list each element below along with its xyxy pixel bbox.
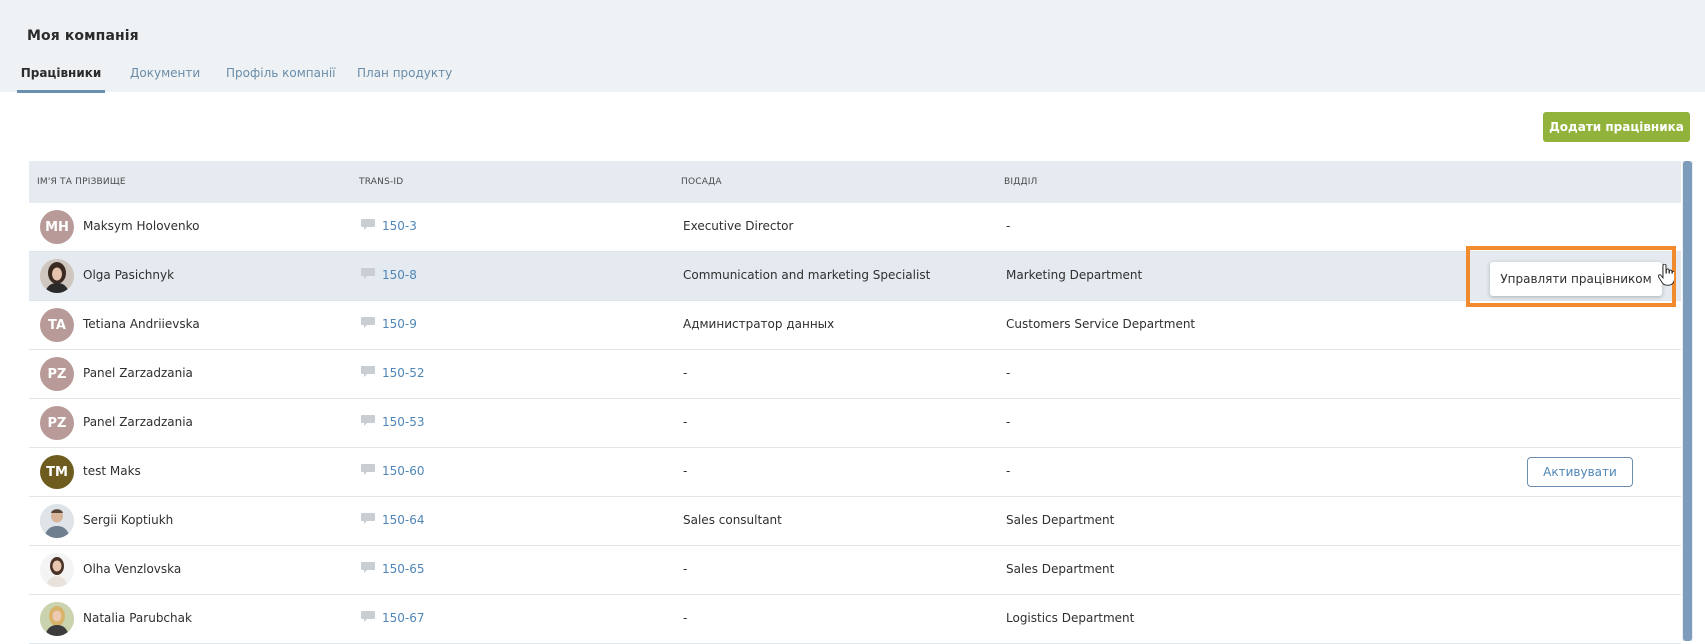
table-row[interactable]: PZ Panel Zarzadzania 150-52 - - [29,350,1681,399]
employee-name: Panel Zarzadzania [83,366,193,380]
employee-name: Tetiana Andriievska [83,317,200,331]
table-row[interactable]: Olha Venzlovska 150-65 - Sales Departmen… [29,546,1681,595]
employee-photo [40,553,74,587]
avatar [40,259,74,293]
scrollbar-thumb[interactable] [1683,161,1692,641]
table-row[interactable]: TA Tetiana Andriievska 150-9 Администрат… [29,301,1681,350]
employee-department: - [1006,464,1011,478]
employee-name: Olha Venzlovska [83,562,182,576]
employee-position: - [683,562,688,576]
employee-name: test Maks [83,464,141,478]
add-employee-button[interactable]: Додати працівника [1543,112,1690,142]
manage-employee-button[interactable]: Управляти працівником [1490,262,1662,296]
employee-name: Maksym Holovenko [83,219,200,233]
trans-id-link[interactable]: 150-64 [382,513,425,527]
table-row[interactable]: Natalia Parubchak 150-67 - Logistics Dep… [29,595,1681,644]
employee-position: - [683,366,688,380]
chat-icon[interactable] [361,513,375,524]
trans-id-link[interactable]: 150-65 [382,562,425,576]
employee-position: Communication and marketing Specialist [683,268,931,282]
trans-id-link[interactable]: 150-3 [382,219,417,233]
chat-icon[interactable] [361,366,375,377]
chat-icon[interactable] [361,562,375,573]
tab-company-profile[interactable]: Профіль компанії [226,66,336,90]
employee-photo [40,504,74,538]
employee-position: Sales consultant [683,513,782,527]
employee-position: - [683,611,688,625]
employee-position: - [683,415,688,429]
trans-id-link[interactable]: 150-60 [382,464,425,478]
tab-employees[interactable]: Працівники [17,66,105,93]
employee-department: Marketing Department [1006,268,1143,282]
table-row[interactable]: TM test Maks 150-60 - - Активувати [29,448,1681,497]
employee-position: - [683,464,688,478]
avatar [40,504,74,538]
chat-icon[interactable] [361,611,375,622]
employee-department: Customers Service Department [1006,317,1196,331]
employee-department: - [1006,415,1011,429]
page-header: Моя компанія Працівники Документи Профіл… [0,0,1705,93]
chat-icon[interactable] [361,464,375,475]
page-title: Моя компанія [27,28,139,44]
chat-icon[interactable] [361,219,375,230]
column-header-trans-id[interactable]: Trans-ID [359,177,403,187]
column-header-name[interactable]: Ім'я та прізвище [37,177,126,187]
employee-photo [40,259,74,293]
table-row[interactable]: MH Maksym Holovenko 150-3 Executive Dire… [29,203,1681,252]
table-row[interactable]: Olga Pasichnyk 150-8 Communication and m… [29,252,1681,301]
chat-icon[interactable] [361,317,375,328]
avatar [40,553,74,587]
employee-department: Logistics Department [1006,611,1135,625]
employee-name: Sergii Koptiukh [83,513,174,527]
avatar: PZ [40,357,74,391]
avatar: TM [40,455,74,489]
chat-icon[interactable] [361,268,375,279]
table-header: Ім'я та прізвище Trans-ID Посада Відділ [29,161,1681,203]
trans-id-link[interactable]: 150-53 [382,415,425,429]
employee-department: Sales Department [1006,513,1115,527]
avatar: PZ [40,406,74,440]
trans-id-link[interactable]: 150-52 [382,366,425,380]
trans-id-link[interactable]: 150-9 [382,317,417,331]
employee-department: - [1006,366,1011,380]
employee-name: Natalia Parubchak [83,611,192,625]
avatar: MH [40,210,74,244]
employee-name: Panel Zarzadzania [83,415,193,429]
employee-position: Executive Director [683,219,794,233]
avatar [40,602,74,636]
table-scrollbar[interactable] [1682,161,1693,641]
activate-button[interactable]: Активувати [1527,457,1633,487]
column-header-position[interactable]: Посада [681,177,722,187]
hand-cursor-icon [1658,264,1674,286]
column-header-department[interactable]: Відділ [1004,177,1038,187]
tab-documents[interactable]: Документи [130,66,200,90]
employee-photo [40,602,74,636]
employee-department: Sales Department [1006,562,1115,576]
employee-department: - [1006,219,1011,233]
employee-position: Администратор данных [683,317,835,331]
table-row[interactable]: Sergii Koptiukh 150-64 Sales consultant … [29,497,1681,546]
employee-name: Olga Pasichnyk [83,268,175,282]
avatar: TA [40,308,74,342]
chat-icon[interactable] [361,415,375,426]
tab-product-plan[interactable]: План продукту [357,66,452,90]
trans-id-link[interactable]: 150-8 [382,268,417,282]
table-row[interactable]: PZ Panel Zarzadzania 150-53 - - [29,399,1681,448]
trans-id-link[interactable]: 150-67 [382,611,425,625]
